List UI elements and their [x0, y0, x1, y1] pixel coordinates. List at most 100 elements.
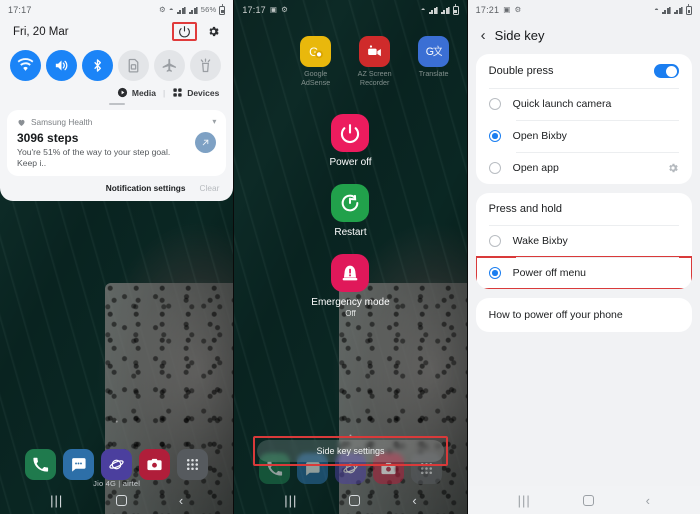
media-devices-separator: |: [162, 87, 166, 98]
svg-text:文: 文: [433, 45, 442, 58]
battery-icon: [219, 4, 226, 15]
sim2-signal-icon: [188, 6, 198, 14]
notification-footer: Notification settings Clear: [0, 176, 233, 197]
screenshot-icon: ▣: [503, 5, 511, 15]
power-menu-item-power-off[interactable]: Power off: [234, 114, 466, 168]
clear-button[interactable]: Clear: [200, 183, 220, 193]
back-button[interactable]: ‹: [179, 494, 183, 507]
status-time: 17:21: [475, 5, 500, 15]
gear-icon[interactable]: [207, 25, 220, 38]
recents-button[interactable]: |||: [518, 494, 531, 507]
wifi-signal-icon: ◓: [168, 5, 174, 15]
toggle-flashlight[interactable]: [190, 50, 221, 81]
bluetooth-icon: ⚙: [514, 5, 522, 15]
translate-icon: G文: [418, 36, 450, 67]
home-app-az-screen-recorder[interactable]: AZ Screen Recorder: [349, 36, 401, 88]
option-label: Open Bixby: [512, 130, 567, 142]
devices-grid-icon: [173, 88, 182, 97]
status-time: 17:17: [242, 5, 266, 15]
sim1-signal-icon: [428, 6, 438, 14]
radio-button[interactable]: [488, 235, 501, 247]
press-and-hold-label: Press and hold: [488, 203, 563, 215]
power-button-highlight: [172, 22, 198, 41]
home-app-google-adsense[interactable]: G Google AdSense: [290, 36, 342, 88]
settings-screen: 17:21 ▣ ⚙ ◓ ‹ Side key Double press Quic…: [467, 0, 700, 514]
notification-settings-button[interactable]: Notification settings: [106, 183, 186, 193]
back-button[interactable]: ‹: [412, 494, 416, 507]
chevron-down-icon[interactable]: ▾: [212, 118, 216, 126]
sim1-signal-icon: [176, 6, 186, 14]
az-screen-recorder-icon: [359, 36, 391, 67]
devices-chip[interactable]: Devices: [172, 87, 219, 98]
radio-button[interactable]: [488, 98, 501, 110]
media-label: Media: [131, 87, 156, 98]
toggle-sound[interactable]: [46, 50, 77, 81]
power-menu-item-label: Power off: [329, 157, 372, 168]
recents-button[interactable]: |||: [50, 494, 63, 507]
side-key-settings-highlight: Side key settings: [253, 436, 448, 466]
bluetooth-icon: ⚙: [281, 5, 289, 15]
status-bar: 17:17 ▣ ⚙ ◓: [234, 0, 466, 20]
radio-button-selected[interactable]: [488, 130, 501, 142]
status-bar-left: 17:17: [8, 5, 32, 15]
press-and-hold-card: Press and hold Wake Bixby Power off menu: [475, 193, 692, 289]
radio-button[interactable]: [488, 162, 501, 174]
status-bar: 17:21 ▣ ⚙ ◓: [468, 0, 700, 20]
app-dock: [0, 449, 233, 480]
status-bar: 17:17 ⚙ ◓ 56%: [0, 0, 233, 20]
home-app-translate[interactable]: G文 Translate: [408, 36, 460, 88]
date-label: Fri, 20 Mar: [13, 25, 69, 38]
power-menu-item-emergency-mode[interactable]: Emergency mode Off: [234, 254, 466, 318]
status-bar-right: ◓: [654, 4, 692, 15]
recents-button[interactable]: |||: [284, 494, 297, 507]
home-square-icon[interactable]: [349, 494, 361, 506]
toggle-wifi[interactable]: [10, 50, 41, 81]
toggle-airplane-mode[interactable]: [154, 50, 185, 81]
double-press-row[interactable]: Double press: [476, 54, 692, 88]
dock-app-camera[interactable]: [139, 449, 171, 480]
toggle-bluetooth[interactable]: [82, 50, 113, 81]
toggle-sim-card[interactable]: [118, 50, 149, 81]
notification-title: 3096 steps: [17, 131, 79, 145]
home-square-icon[interactable]: [115, 494, 127, 506]
battery-icon: [452, 4, 459, 15]
power-menu-item-label: Restart: [334, 227, 367, 238]
how-to-power-off-row[interactable]: How to power off your phone: [476, 298, 692, 332]
wifi-signal-icon: ◓: [420, 5, 426, 15]
power-icon: [331, 114, 370, 152]
power-icon[interactable]: [178, 25, 191, 38]
option-quick-launch-camera[interactable]: Quick launch camera: [476, 88, 692, 120]
gear-icon[interactable]: [667, 162, 679, 174]
screenshot-icon: ▣: [269, 5, 278, 15]
dock-app-apps[interactable]: [177, 449, 209, 480]
dock-app-messages[interactable]: [63, 449, 95, 480]
option-power-off-menu[interactable]: Power off menu: [475, 256, 692, 289]
screenshot-triptych: • Jio 4G | airtel 17:17 ⚙ ◓ 56% Fri, 20 …: [0, 0, 700, 514]
option-open-bixby[interactable]: Open Bixby: [476, 120, 692, 152]
power-menu-panel: 17:17 ▣ ⚙ ◓ G Google AdSense AZ Screen R…: [233, 0, 467, 514]
navigation-bar: ||| ‹: [234, 486, 466, 514]
power-menu-item-restart[interactable]: Restart: [234, 184, 466, 238]
option-open-app[interactable]: Open app: [476, 152, 692, 184]
notification-card[interactable]: Samsung Health ▾ 3096 steps You're 51% o…: [7, 110, 227, 177]
panel-drag-handle[interactable]: [108, 103, 125, 105]
back-arrow-icon[interactable]: ‹: [481, 28, 486, 43]
option-label: Wake Bixby: [512, 235, 568, 247]
quick-settings-sheet: 17:17 ⚙ ◓ 56% Fri, 20 Mar Media | Device…: [0, 0, 234, 202]
back-button[interactable]: ‹: [646, 494, 650, 507]
side-key-settings-button[interactable]: Side key settings: [257, 440, 444, 462]
option-wake-bixby[interactable]: Wake Bixby: [476, 225, 692, 257]
home-app-label: Translate: [418, 69, 449, 78]
settings-header: ‹ Side key: [468, 20, 700, 54]
media-chip[interactable]: Media: [117, 87, 156, 98]
home-square-icon[interactable]: [582, 494, 594, 506]
battery-icon: [685, 4, 692, 15]
status-bar-left: 17:21 ▣ ⚙: [476, 5, 522, 15]
dock-app-internet[interactable]: [101, 449, 133, 480]
double-press-toggle[interactable]: [653, 64, 679, 78]
radio-button-selected[interactable]: [488, 267, 501, 279]
status-bar-left: 17:17 ▣ ⚙: [242, 5, 288, 15]
option-label: Power off menu: [512, 267, 587, 279]
siren-icon: [331, 254, 370, 292]
dock-app-phone[interactable]: [25, 449, 57, 480]
